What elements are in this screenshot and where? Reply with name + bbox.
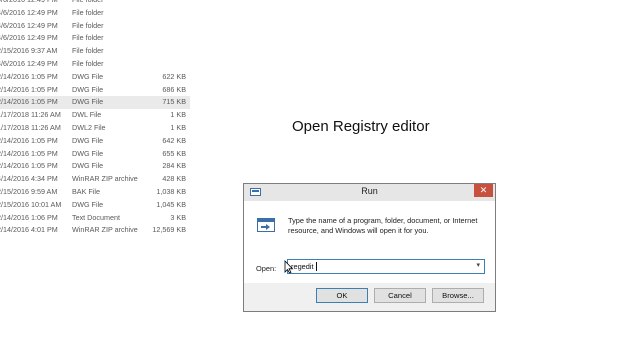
file-row[interactable]: 2/14/2016 1:05 PM DWG File 655 KB <box>0 148 190 161</box>
file-date: 2/14/2016 1:05 PM <box>0 135 58 145</box>
browse-button[interactable]: Browse... <box>432 288 484 303</box>
text-caret <box>316 262 317 271</box>
file-type: DWG File <box>72 71 104 81</box>
file-date: 2/14/2016 1:05 PM <box>0 84 58 94</box>
file-row[interactable]: 2/14/2016 1:05 PM DWG File 715 KB <box>0 96 190 110</box>
file-size: 284 KB <box>162 161 186 171</box>
file-row[interactable]: 2/15/2016 9:37 AM File folder <box>0 45 190 58</box>
ok-button[interactable]: OK <box>316 288 368 303</box>
file-date: 4/6/2016 12:49 PM <box>0 58 58 68</box>
chevron-down-icon[interactable]: ▾ <box>476 261 480 269</box>
file-row[interactable]: 4/14/2016 4:34 PM WinRAR ZIP archive 428 K… <box>0 173 190 186</box>
file-row[interactable]: 2/15/2016 10:01 AM DWG File 1,045 KB <box>0 199 190 212</box>
file-type: File folder <box>72 58 104 68</box>
file-type: DWL2 File <box>72 122 106 132</box>
mouse-cursor-icon <box>284 260 294 274</box>
file-row[interactable]: 2/14/2016 1:05 PM DWG File 284 KB <box>0 160 190 173</box>
file-size: 1 KB <box>170 110 186 120</box>
file-date: 2/15/2016 9:37 AM <box>0 46 58 56</box>
file-date: 2/14/2016 4:01 PM <box>0 225 58 235</box>
file-date: 4/6/2016 12:49 PM <box>0 0 58 7</box>
file-type: DWG File <box>72 84 104 94</box>
file-size: 715 KB <box>162 97 186 107</box>
file-row[interactable]: 2/14/2016 1:05 PM DWG File 686 KB <box>0 84 190 97</box>
file-date: 4/6/2016 12:49 PM <box>0 33 58 43</box>
file-size: 642 KB <box>162 135 186 145</box>
file-date: 1/17/2018 11:26 AM <box>0 122 61 132</box>
file-type: File folder <box>72 46 104 56</box>
file-row[interactable]: 2/14/2016 4:01 PM WinRAR ZIP archive 12,56… <box>0 224 190 237</box>
file-size: 1,038 KB <box>156 186 186 196</box>
open-label: Open: <box>256 264 277 273</box>
file-date: 1/17/2018 11:26 AM <box>0 110 61 120</box>
file-type: File folder <box>72 33 104 43</box>
file-date: 2/14/2016 1:05 PM <box>0 71 58 81</box>
file-type: File folder <box>72 7 104 17</box>
file-type: WinRAR ZIP archive <box>72 225 138 235</box>
file-date: 4/14/2016 4:34 PM <box>0 174 58 184</box>
file-size: 1,045 KB <box>156 199 186 209</box>
file-date: 4/6/2016 12:49 PM <box>0 20 58 30</box>
dialog-description: Type the name of a program, folder, docu… <box>288 216 478 235</box>
file-row[interactable]: 4/6/2016 12:49 PM File folder <box>0 20 190 33</box>
file-type: WinRAR ZIP archive <box>72 174 138 184</box>
open-combobox[interactable]: regedit ▾ <box>287 259 485 274</box>
file-row[interactable]: 4/6/2016 12:49 PM File folder <box>0 32 190 45</box>
file-row[interactable]: 4/6/2016 12:49 PM File folder <box>0 58 190 71</box>
run-icon <box>257 218 275 232</box>
file-type: DWG File <box>72 135 104 145</box>
caption-text: Open Registry editor <box>292 118 430 135</box>
file-type: DWG File <box>72 97 104 107</box>
file-row[interactable]: 1/17/2018 11:26 AM DWL2 File 1 KB <box>0 122 190 135</box>
file-size: 12,569 KB <box>152 225 186 235</box>
dialog-titlebar[interactable]: Run ✕ <box>244 184 495 201</box>
file-date: 2/15/2016 9:59 AM <box>0 186 58 196</box>
file-size: 1 KB <box>170 122 186 132</box>
file-row[interactable]: 1/17/2018 11:26 AM DWL File 1 KB <box>0 109 190 122</box>
file-size: 686 KB <box>162 84 186 94</box>
file-type: File folder <box>72 0 104 7</box>
close-button[interactable]: ✕ <box>474 184 493 197</box>
run-dialog: Run ✕ Type the name of a program, folder… <box>243 183 496 312</box>
dialog-footer: OK Cancel Browse... <box>244 283 495 311</box>
dialog-title: Run <box>361 186 378 196</box>
file-type: Text Document <box>72 212 120 222</box>
file-date: 2/14/2016 1:05 PM <box>0 97 58 107</box>
file-date: 2/14/2016 1:06 PM <box>0 212 58 222</box>
file-row[interactable]: 2/15/2016 9:59 AM BAK File 1,038 KB <box>0 186 190 199</box>
file-type: DWG File <box>72 199 104 209</box>
file-size: 3 KB <box>170 212 186 222</box>
file-type: BAK File <box>72 186 100 196</box>
file-row[interactable]: 4/6/2016 12:49 PM File folder <box>0 0 190 7</box>
file-type: DWG File <box>72 161 104 171</box>
file-size: 622 KB <box>162 71 186 81</box>
file-row[interactable]: 2/14/2016 1:06 PM Text Document 3 KB <box>0 212 190 225</box>
file-date: 2/14/2016 1:05 PM <box>0 148 58 158</box>
file-date: 2/14/2016 1:05 PM <box>0 161 58 171</box>
file-row[interactable]: 2/14/2016 1:05 PM DWG File 642 KB <box>0 135 190 148</box>
file-type: DWG File <box>72 148 104 158</box>
file-row[interactable]: 4/6/2016 12:49 PM File folder <box>0 7 190 20</box>
file-size: 655 KB <box>162 148 186 158</box>
file-row[interactable]: 2/14/2016 1:05 PM DWG File 622 KB <box>0 71 190 84</box>
file-date: 2/15/2016 10:01 AM <box>0 199 62 209</box>
file-date: 4/6/2016 12:49 PM <box>0 7 58 17</box>
file-size: 428 KB <box>162 174 186 184</box>
file-type: File folder <box>72 20 104 30</box>
cancel-button[interactable]: Cancel <box>374 288 426 303</box>
file-list: 4/6/2016 12:49 PM File folder 4/6/2016 12:… <box>0 0 190 237</box>
open-input[interactable]: regedit <box>291 262 314 271</box>
file-type: DWL File <box>72 110 102 120</box>
dialog-body: Type the name of a program, folder, docu… <box>244 201 495 283</box>
